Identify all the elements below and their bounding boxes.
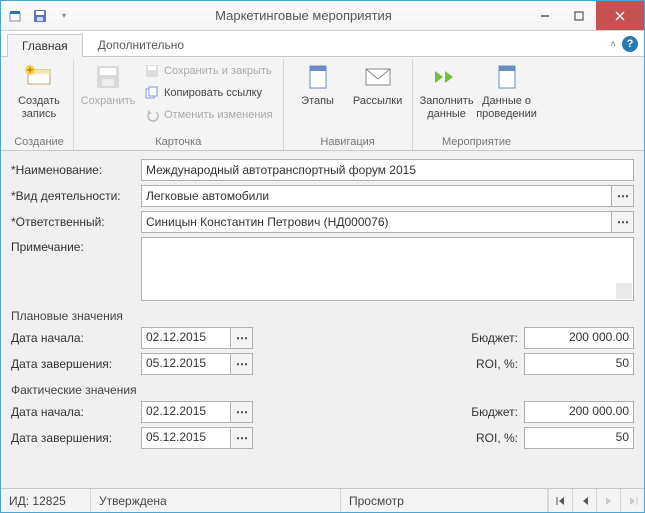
stages-button[interactable]: Этапы	[290, 59, 346, 110]
tab-main[interactable]: Главная	[7, 34, 83, 57]
qat-save-icon[interactable]	[29, 5, 51, 27]
save-icon	[92, 61, 124, 93]
status-state: Утверждена	[91, 489, 341, 512]
create-record-label: Создать запись	[18, 95, 60, 121]
qat-customize-icon[interactable]: ▾	[53, 5, 75, 27]
event-data-button[interactable]: Данные о проведении	[479, 59, 535, 123]
input-plan-start[interactable]: 02.12.2015	[141, 327, 231, 349]
group-label-event: Мероприятие	[419, 136, 535, 150]
ribbon: Создать запись Создание Сохранить Сохран…	[1, 57, 644, 151]
label-fact-start: Дата начала:	[11, 405, 141, 419]
label-plan-end: Дата завершения:	[11, 357, 141, 371]
group-label-card: Карточка	[80, 136, 277, 150]
undo-changes-button: Отменить изменения	[140, 105, 277, 125]
scroll-handle[interactable]	[616, 283, 632, 299]
create-record-button[interactable]: Создать запись	[11, 59, 67, 123]
label-plan-roi: ROI, %:	[454, 357, 524, 371]
fill-data-button[interactable]: Заполнить данные	[419, 59, 475, 123]
close-button[interactable]	[596, 1, 644, 30]
datepicker-fact-start[interactable]: ⋯	[231, 401, 253, 423]
nav-first-button[interactable]	[548, 489, 572, 512]
copy-link-button[interactable]: Копировать ссылку	[140, 83, 277, 103]
label-fact-end: Дата завершения:	[11, 431, 141, 445]
input-plan-end[interactable]: 05.12.2015	[141, 353, 231, 375]
form-area: *Наименование: Международный автотранспо…	[1, 151, 644, 488]
input-plan-budget[interactable]: 200 000.00	[524, 327, 634, 349]
ribbon-tabs: Главная Дополнительно ˄ ?	[1, 31, 644, 57]
save-button: Сохранить	[80, 59, 136, 110]
tab-extra[interactable]: Дополнительно	[83, 33, 199, 56]
group-plan-title: Плановые значения	[11, 309, 634, 323]
maximize-button[interactable]	[562, 1, 596, 30]
help-icon[interactable]: ?	[622, 36, 638, 52]
event-data-label: Данные о проведении	[476, 95, 537, 121]
fill-data-label: Заполнить данные	[420, 95, 474, 121]
input-plan-roi[interactable]: 50	[524, 353, 634, 375]
new-record-icon	[23, 61, 55, 93]
copy-link-icon	[144, 85, 160, 101]
save-close-icon	[144, 63, 160, 79]
label-fact-budget: Бюджет:	[454, 405, 524, 419]
group-label-nav: Навигация	[290, 136, 406, 150]
input-fact-start[interactable]: 02.12.2015	[141, 401, 231, 423]
input-note[interactable]	[141, 237, 634, 301]
app-window: ▾ Маркетинговые мероприятия Главная Допо…	[0, 0, 645, 513]
collapse-ribbon-icon[interactable]: ˄	[610, 39, 616, 50]
label-responsible: *Ответственный:	[11, 215, 141, 229]
stages-icon	[302, 61, 334, 93]
label-fact-roi: ROI, %:	[454, 431, 524, 445]
nav-prev-button[interactable]	[572, 489, 596, 512]
input-name[interactable]: Международный автотранспортный форум 201…	[141, 159, 634, 181]
fill-data-icon	[431, 61, 463, 93]
undo-icon	[144, 107, 160, 123]
status-id: ИД: 12825	[1, 489, 91, 512]
mailings-button[interactable]: Рассылки	[350, 59, 406, 110]
input-fact-budget[interactable]: 200 000.00	[524, 401, 634, 423]
label-plan-start: Дата начала:	[11, 331, 141, 345]
window-title: Маркетинговые мероприятия	[79, 8, 528, 23]
lookup-activity-button[interactable]: ⋯	[612, 185, 634, 207]
mailings-label: Рассылки	[353, 95, 402, 108]
mail-icon	[362, 61, 394, 93]
input-fact-end[interactable]: 05.12.2015	[141, 427, 231, 449]
input-activity[interactable]: Легковые автомобили	[141, 185, 612, 207]
save-close-button: Сохранить и закрыть	[140, 61, 277, 81]
event-data-icon	[491, 61, 523, 93]
statusbar: ИД: 12825 Утверждена Просмотр	[1, 488, 644, 512]
label-name: *Наименование:	[11, 163, 141, 177]
status-mode: Просмотр	[341, 489, 548, 512]
datepicker-plan-start[interactable]: ⋯	[231, 327, 253, 349]
stages-label: Этапы	[301, 95, 334, 108]
label-note: Примечание:	[11, 237, 141, 254]
label-plan-budget: Бюджет:	[454, 331, 524, 345]
lookup-responsible-button[interactable]: ⋯	[612, 211, 634, 233]
nav-next-button[interactable]	[596, 489, 620, 512]
minimize-button[interactable]	[528, 1, 562, 30]
qat-home-icon[interactable]	[5, 5, 27, 27]
input-fact-roi[interactable]: 50	[524, 427, 634, 449]
titlebar: ▾ Маркетинговые мероприятия	[1, 1, 644, 31]
input-responsible[interactable]: Синицын Константин Петрович (НД000076)	[141, 211, 612, 233]
datepicker-fact-end[interactable]: ⋯	[231, 427, 253, 449]
nav-last-button[interactable]	[620, 489, 644, 512]
save-label: Сохранить	[81, 95, 136, 108]
group-label-create: Создание	[11, 136, 67, 150]
group-fact-title: Фактические значения	[11, 383, 634, 397]
label-activity: *Вид деятельности:	[11, 189, 141, 203]
datepicker-plan-end[interactable]: ⋯	[231, 353, 253, 375]
